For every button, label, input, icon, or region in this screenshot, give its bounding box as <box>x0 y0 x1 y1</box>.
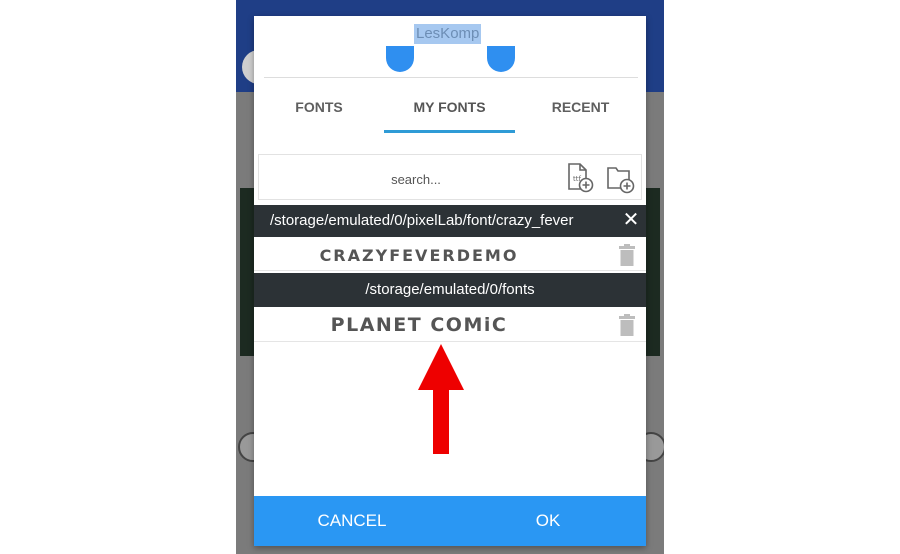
folder-path-label: /storage/emulated/0/pixelLab/font/crazy_… <box>270 212 574 229</box>
search-input[interactable] <box>309 165 523 193</box>
dialog-title: LesKomp <box>414 24 482 44</box>
selection-handle-left[interactable] <box>386 46 414 72</box>
font-picker-dialog: LesKomp FONTS MY FONTS RECENT ttf <box>254 16 646 546</box>
selection-handle-right[interactable] <box>487 46 515 72</box>
font-name: CRAZYFEVERDEMO <box>319 246 519 265</box>
trash-icon[interactable] <box>618 244 636 266</box>
search-bar: ttf <box>258 154 642 200</box>
font-list-item[interactable]: PLANET COMiC <box>254 308 646 342</box>
close-icon[interactable]: ✕ <box>616 205 646 237</box>
trash-icon[interactable] <box>618 314 636 336</box>
active-tab-indicator <box>384 130 515 133</box>
add-folder-icon[interactable] <box>605 162 635 194</box>
add-file-icon[interactable]: ttf <box>565 162 595 194</box>
dialog-action-bar: CANCEL OK <box>254 496 646 546</box>
tab-bar: FONTS MY FONTS RECENT <box>254 78 646 136</box>
folder-path-header: /storage/emulated/0/fonts <box>254 273 646 307</box>
ok-button[interactable]: OK <box>450 496 646 546</box>
red-arrow-annotation <box>416 344 466 456</box>
tab-my-fonts[interactable]: MY FONTS <box>384 78 515 136</box>
tab-fonts[interactable]: FONTS <box>254 78 384 136</box>
font-list-item[interactable]: CRAZYFEVERDEMO <box>254 239 646 271</box>
folder-path-header: /storage/emulated/0/pixelLab/font/crazy_… <box>254 205 646 237</box>
cancel-button[interactable]: CANCEL <box>254 496 450 546</box>
tab-recent[interactable]: RECENT <box>515 78 646 136</box>
font-name: PLANET COMiC <box>330 314 508 336</box>
